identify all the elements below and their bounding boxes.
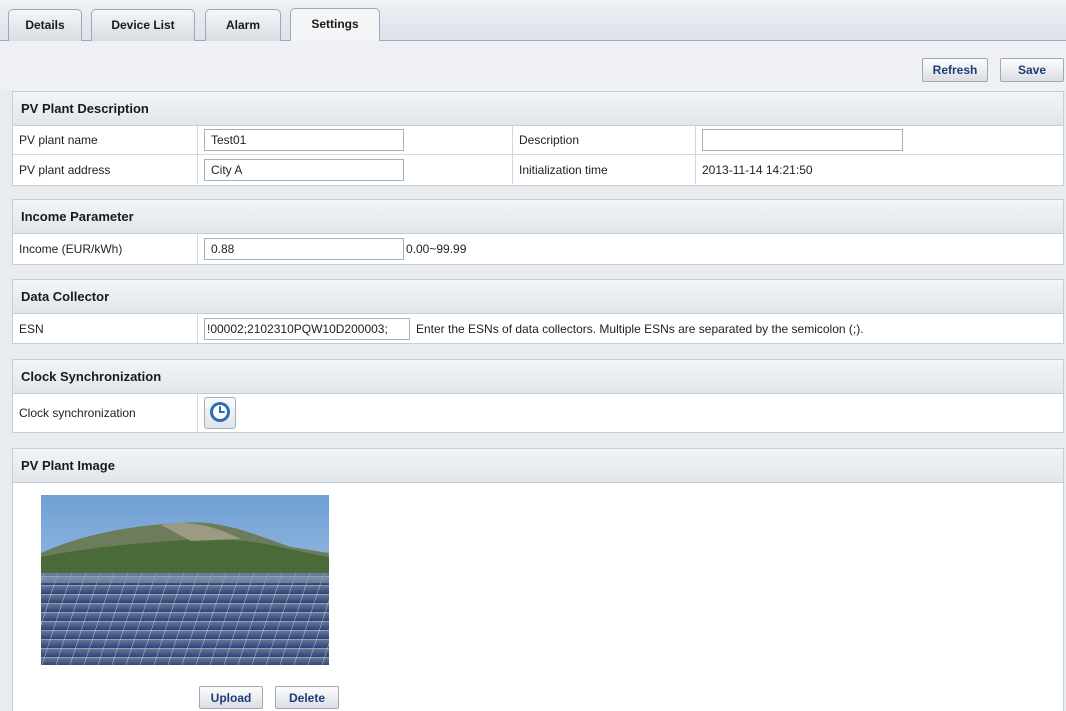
tab-bar: Details Device List Alarm Settings <box>0 0 1066 42</box>
tab-settings[interactable]: Settings <box>290 8 380 42</box>
esn-input[interactable]: !00002;2102310PQW10D200003; <box>204 317 410 340</box>
plant-name-label: PV plant name <box>13 126 198 154</box>
clock-section: Clock Synchronization Clock synchronizat… <box>12 359 1064 433</box>
upload-button[interactable]: Upload <box>199 686 263 709</box>
plant-description-title: PV Plant Description <box>13 92 1063 126</box>
plant-image-area: Upload Delete <box>13 483 1063 709</box>
collector-title: Data Collector <box>13 280 1063 314</box>
plant-image-title: PV Plant Image <box>13 449 1063 483</box>
plant-address-input[interactable]: City A <box>204 158 404 181</box>
plant-address-row: PV plant address City A Initialization t… <box>13 155 1063 184</box>
esn-label: ESN <box>13 314 198 343</box>
init-time-label: Initialization time <box>513 155 696 184</box>
plant-name-row: PV plant name Test01 Description <box>13 126 1063 155</box>
income-row: Income (EUR/kWh) 0.88 0.00~99.99 <box>13 234 1063 264</box>
collector-section: Data Collector ESN !00002;2102310PQW10D2… <box>12 279 1064 344</box>
plant-name-input[interactable]: Test01 <box>204 129 404 151</box>
clock-title: Clock Synchronization <box>13 360 1063 394</box>
esn-hint: Enter the ESNs of data collectors. Multi… <box>416 321 864 336</box>
clock-row: Clock synchronization <box>13 394 1063 432</box>
toolbar: Refresh Save <box>0 41 1066 91</box>
clock-label: Clock synchronization <box>13 394 198 432</box>
plant-image-section: PV Plant Image Upload Delete <box>12 448 1064 711</box>
tab-alarm[interactable]: Alarm <box>205 9 281 41</box>
clock-icon <box>209 401 231 426</box>
clock-sync-button[interactable] <box>204 397 236 429</box>
plant-photo <box>41 495 329 665</box>
esn-row: ESN !00002;2102310PQW10D200003; Enter th… <box>13 314 1063 343</box>
description-input[interactable] <box>702 129 903 151</box>
description-label: Description <box>513 126 696 154</box>
income-title: Income Parameter <box>13 200 1063 234</box>
income-range: 0.00~99.99 <box>406 242 467 256</box>
income-section: Income Parameter Income (EUR/kWh) 0.88 0… <box>12 199 1064 265</box>
tab-details[interactable]: Details <box>8 9 82 41</box>
plant-address-label: PV plant address <box>13 155 198 184</box>
save-button[interactable]: Save <box>1000 58 1064 82</box>
income-input[interactable]: 0.88 <box>204 238 404 260</box>
plant-description-section: PV Plant Description PV plant name Test0… <box>12 91 1064 186</box>
income-label: Income (EUR/kWh) <box>13 234 198 264</box>
delete-button[interactable]: Delete <box>275 686 339 709</box>
tab-device-list[interactable]: Device List <box>91 9 195 41</box>
refresh-button[interactable]: Refresh <box>922 58 988 82</box>
init-time-value: 2013-11-14 14:21:50 <box>702 162 813 177</box>
